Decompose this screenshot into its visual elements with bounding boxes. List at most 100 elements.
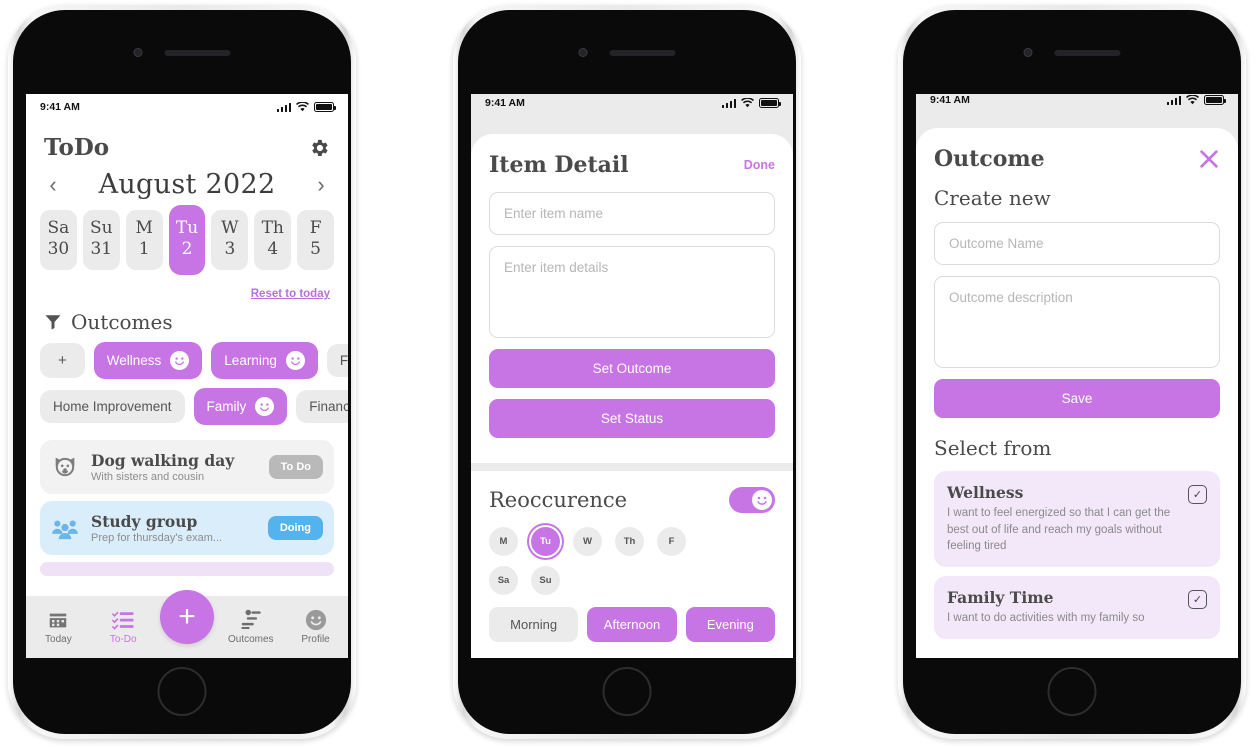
status-indicators <box>276 102 337 112</box>
select-from-label: Select from <box>934 436 1052 460</box>
day-toggle[interactable]: Sa <box>489 566 518 595</box>
battery-icon <box>759 98 782 108</box>
save-button[interactable]: Save <box>934 379 1220 418</box>
set-outcome-button[interactable]: Set Outcome <box>489 349 775 388</box>
add-outcome-chip[interactable]: + <box>40 342 85 378</box>
day-toggle[interactable]: W <box>573 527 602 556</box>
battery-icon <box>314 102 337 112</box>
day-toggle[interactable]: F <box>657 527 686 556</box>
phone-speaker-area-2 <box>578 48 676 57</box>
task-row-partial[interactable] <box>40 561 334 576</box>
gear-icon[interactable] <box>308 137 330 159</box>
day-cell[interactable]: W 3 <box>211 210 249 270</box>
reoccurence-toggle[interactable] <box>729 487 775 513</box>
bottom-tab-bar: Today To-Do + Outcomes Profile <box>26 590 348 658</box>
day-name: Sa <box>47 218 70 238</box>
home-button[interactable] <box>157 667 207 716</box>
day-name: Su <box>89 218 113 238</box>
day-number: 31 <box>90 238 113 259</box>
outcome-checkbox[interactable]: ✓ <box>1188 485 1207 504</box>
earpiece-grille-icon <box>1054 49 1121 56</box>
funnel-icon[interactable] <box>44 313 62 331</box>
tab-today[interactable]: Today <box>30 609 86 645</box>
day-cell[interactable]: Su 31 <box>82 210 120 270</box>
status-badge[interactable]: Doing <box>267 515 323 540</box>
reset-to-today-link[interactable]: Reset to today <box>251 288 330 300</box>
phone-frame-3: 9:41 AM Outcome Create new Outcome Name … <box>898 5 1246 739</box>
chevron-left-icon[interactable]: ‹ <box>44 172 62 198</box>
home-button[interactable] <box>602 667 652 716</box>
close-x-icon[interactable] <box>1198 148 1220 170</box>
sheet-header: Outcome <box>934 146 1220 172</box>
add-item-fab[interactable]: + <box>159 590 214 644</box>
tab-label: Profile <box>301 634 330 645</box>
outcome-chip-finance[interactable]: Finance <box>296 389 348 423</box>
outcome-chip-learning[interactable]: Learning <box>211 341 318 379</box>
day-cell[interactable]: Sa 30 <box>40 210 77 270</box>
item-name-input[interactable]: Enter item name <box>489 192 775 235</box>
outcome-description-input[interactable]: Outcome description <box>934 276 1220 368</box>
task-row-dog-walking[interactable]: Dog walking day With sisters and cousin … <box>40 439 334 494</box>
time-button-morning[interactable]: Morning <box>489 607 579 642</box>
day-toggle[interactable]: M <box>489 527 518 556</box>
day-name: Th <box>261 218 284 238</box>
day-cell[interactable]: M 1 <box>125 210 163 270</box>
day-number: 30 <box>47 238 70 259</box>
dog-face-icon <box>55 457 75 476</box>
chip-row-2: Home Improvement Family Finance <box>40 387 348 425</box>
day-cell[interactable]: F 5 <box>297 210 335 270</box>
day-cell[interactable]: Th 4 <box>254 210 292 270</box>
toggle-knob-smiley-icon <box>752 490 772 510</box>
chevron-right-icon[interactable]: › <box>312 172 330 198</box>
smiley-face-icon <box>757 496 767 505</box>
outcome-chip-family[interactable]: Family <box>193 387 288 425</box>
todo-header: ToDo <box>26 120 348 167</box>
outcome-card-family-time[interactable]: Family Time I want to do activities with… <box>934 576 1220 639</box>
status-time: 9:41 AM <box>40 101 80 113</box>
time-button-afternoon[interactable]: Afternoon <box>587 607 677 642</box>
tab-profile[interactable]: Profile <box>288 609 344 645</box>
tab-to-do[interactable]: To-Do <box>95 609 151 645</box>
tab-outcomes[interactable]: Outcomes <box>223 609 279 645</box>
signal-bars-icon <box>721 98 736 108</box>
phone-speaker-area-1 <box>133 48 231 57</box>
day-toggle[interactable]: Su <box>531 566 560 595</box>
day-toggle[interactable]: Th <box>615 527 644 556</box>
status-indicators <box>721 98 782 108</box>
screen-item-detail: 9:41 AM Item Detail Done Enter item name <box>471 94 793 658</box>
earpiece-grille-icon <box>164 49 231 56</box>
people-group-icon <box>52 520 78 539</box>
phone-frame-1: 9:41 AM ToDo ‹ August 2022 › Sa 30 Su 31… <box>8 5 356 739</box>
front-camera-icon <box>133 48 143 57</box>
outcome-name-input[interactable]: Outcome Name <box>934 222 1220 265</box>
outcome-chip-home-improvement[interactable]: Home Improvement <box>40 389 185 423</box>
outcome-chip-wellness[interactable]: Wellness <box>93 341 203 379</box>
status-indicators <box>1166 95 1227 105</box>
outcome-checkbox[interactable]: ✓ <box>1188 590 1207 610</box>
status-badge[interactable]: To Do <box>268 454 323 479</box>
day-number: 4 <box>267 238 279 259</box>
reoccurence-header: Reoccurence <box>489 487 775 513</box>
status-time: 9:41 AM <box>485 97 525 109</box>
outcome-chip-fun[interactable]: Fun <box>326 343 348 377</box>
day-name: M <box>135 218 153 238</box>
set-status-button[interactable]: Set Status <box>489 399 775 438</box>
item-details-input[interactable]: Enter item details <box>489 246 775 338</box>
done-button[interactable]: Done <box>744 158 775 172</box>
outcomes-chart-icon <box>241 609 261 629</box>
task-text: Study group Prep for thursday's exam... <box>91 512 256 544</box>
signal-bars-icon <box>276 102 291 112</box>
day-toggle-selected[interactable]: Tu <box>531 527 560 556</box>
reoccurence-days-row-2: Sa Su <box>489 566 775 595</box>
calendar-icon <box>50 613 67 628</box>
task-row-study-group[interactable]: Study group Prep for thursday's exam... … <box>40 500 334 555</box>
home-button[interactable] <box>1047 667 1097 716</box>
day-cell-selected[interactable]: Tu 2 <box>168 205 206 275</box>
time-button-evening[interactable]: Evening <box>685 607 775 642</box>
checklist-icon <box>112 611 134 630</box>
task-subtitle: Prep for thursday's exam... <box>91 531 223 544</box>
outcome-card-wellness[interactable]: Wellness I want to feel energized so tha… <box>934 471 1220 568</box>
signal-bars-icon <box>1166 95 1181 105</box>
tab-label: To-Do <box>109 634 137 645</box>
earpiece-grille-icon <box>609 49 676 56</box>
